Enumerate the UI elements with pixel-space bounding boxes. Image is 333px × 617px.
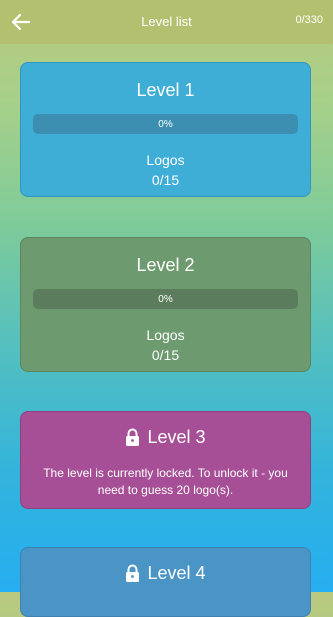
level-title-row: Level 3: [21, 427, 310, 448]
logos-label: Logos: [146, 327, 185, 343]
level-title: Level 2: [136, 255, 195, 275]
level-title: Level 1: [136, 80, 195, 100]
level-progress-bar: 0%: [33, 289, 298, 309]
level-progress-bar: 0%: [33, 114, 298, 134]
level-logos-info: Logos 0/15: [21, 325, 310, 365]
lock-icon: [126, 564, 140, 582]
page-title: Level list: [141, 14, 192, 29]
lock-icon: [126, 428, 140, 446]
level-card-1[interactable]: Level 1 0% Logos 0/15: [20, 62, 311, 197]
level-title-row: Level 4: [21, 563, 310, 584]
level-title: Level 4: [147, 563, 206, 583]
level-card-3-locked[interactable]: Level 3 The level is currently locked. T…: [20, 411, 311, 509]
logos-label: Logos: [146, 152, 185, 168]
level-card-2[interactable]: Level 2 0% Logos 0/15: [20, 237, 311, 372]
level-logos-info: Logos 0/15: [21, 150, 310, 190]
logos-count: 0/15: [151, 172, 180, 188]
app-header: Level list 0/330: [0, 0, 333, 44]
level-card-4-locked[interactable]: Level 4: [20, 547, 311, 617]
level-progress-label: 0%: [158, 119, 173, 130]
locked-message: The level is currently locked. To unlock…: [43, 466, 288, 497]
level-progress-label: 0%: [158, 294, 173, 305]
level-title: Level 3: [147, 427, 206, 447]
progress-counter: 0/330: [295, 14, 323, 26]
logos-count: 0/15: [151, 347, 180, 363]
